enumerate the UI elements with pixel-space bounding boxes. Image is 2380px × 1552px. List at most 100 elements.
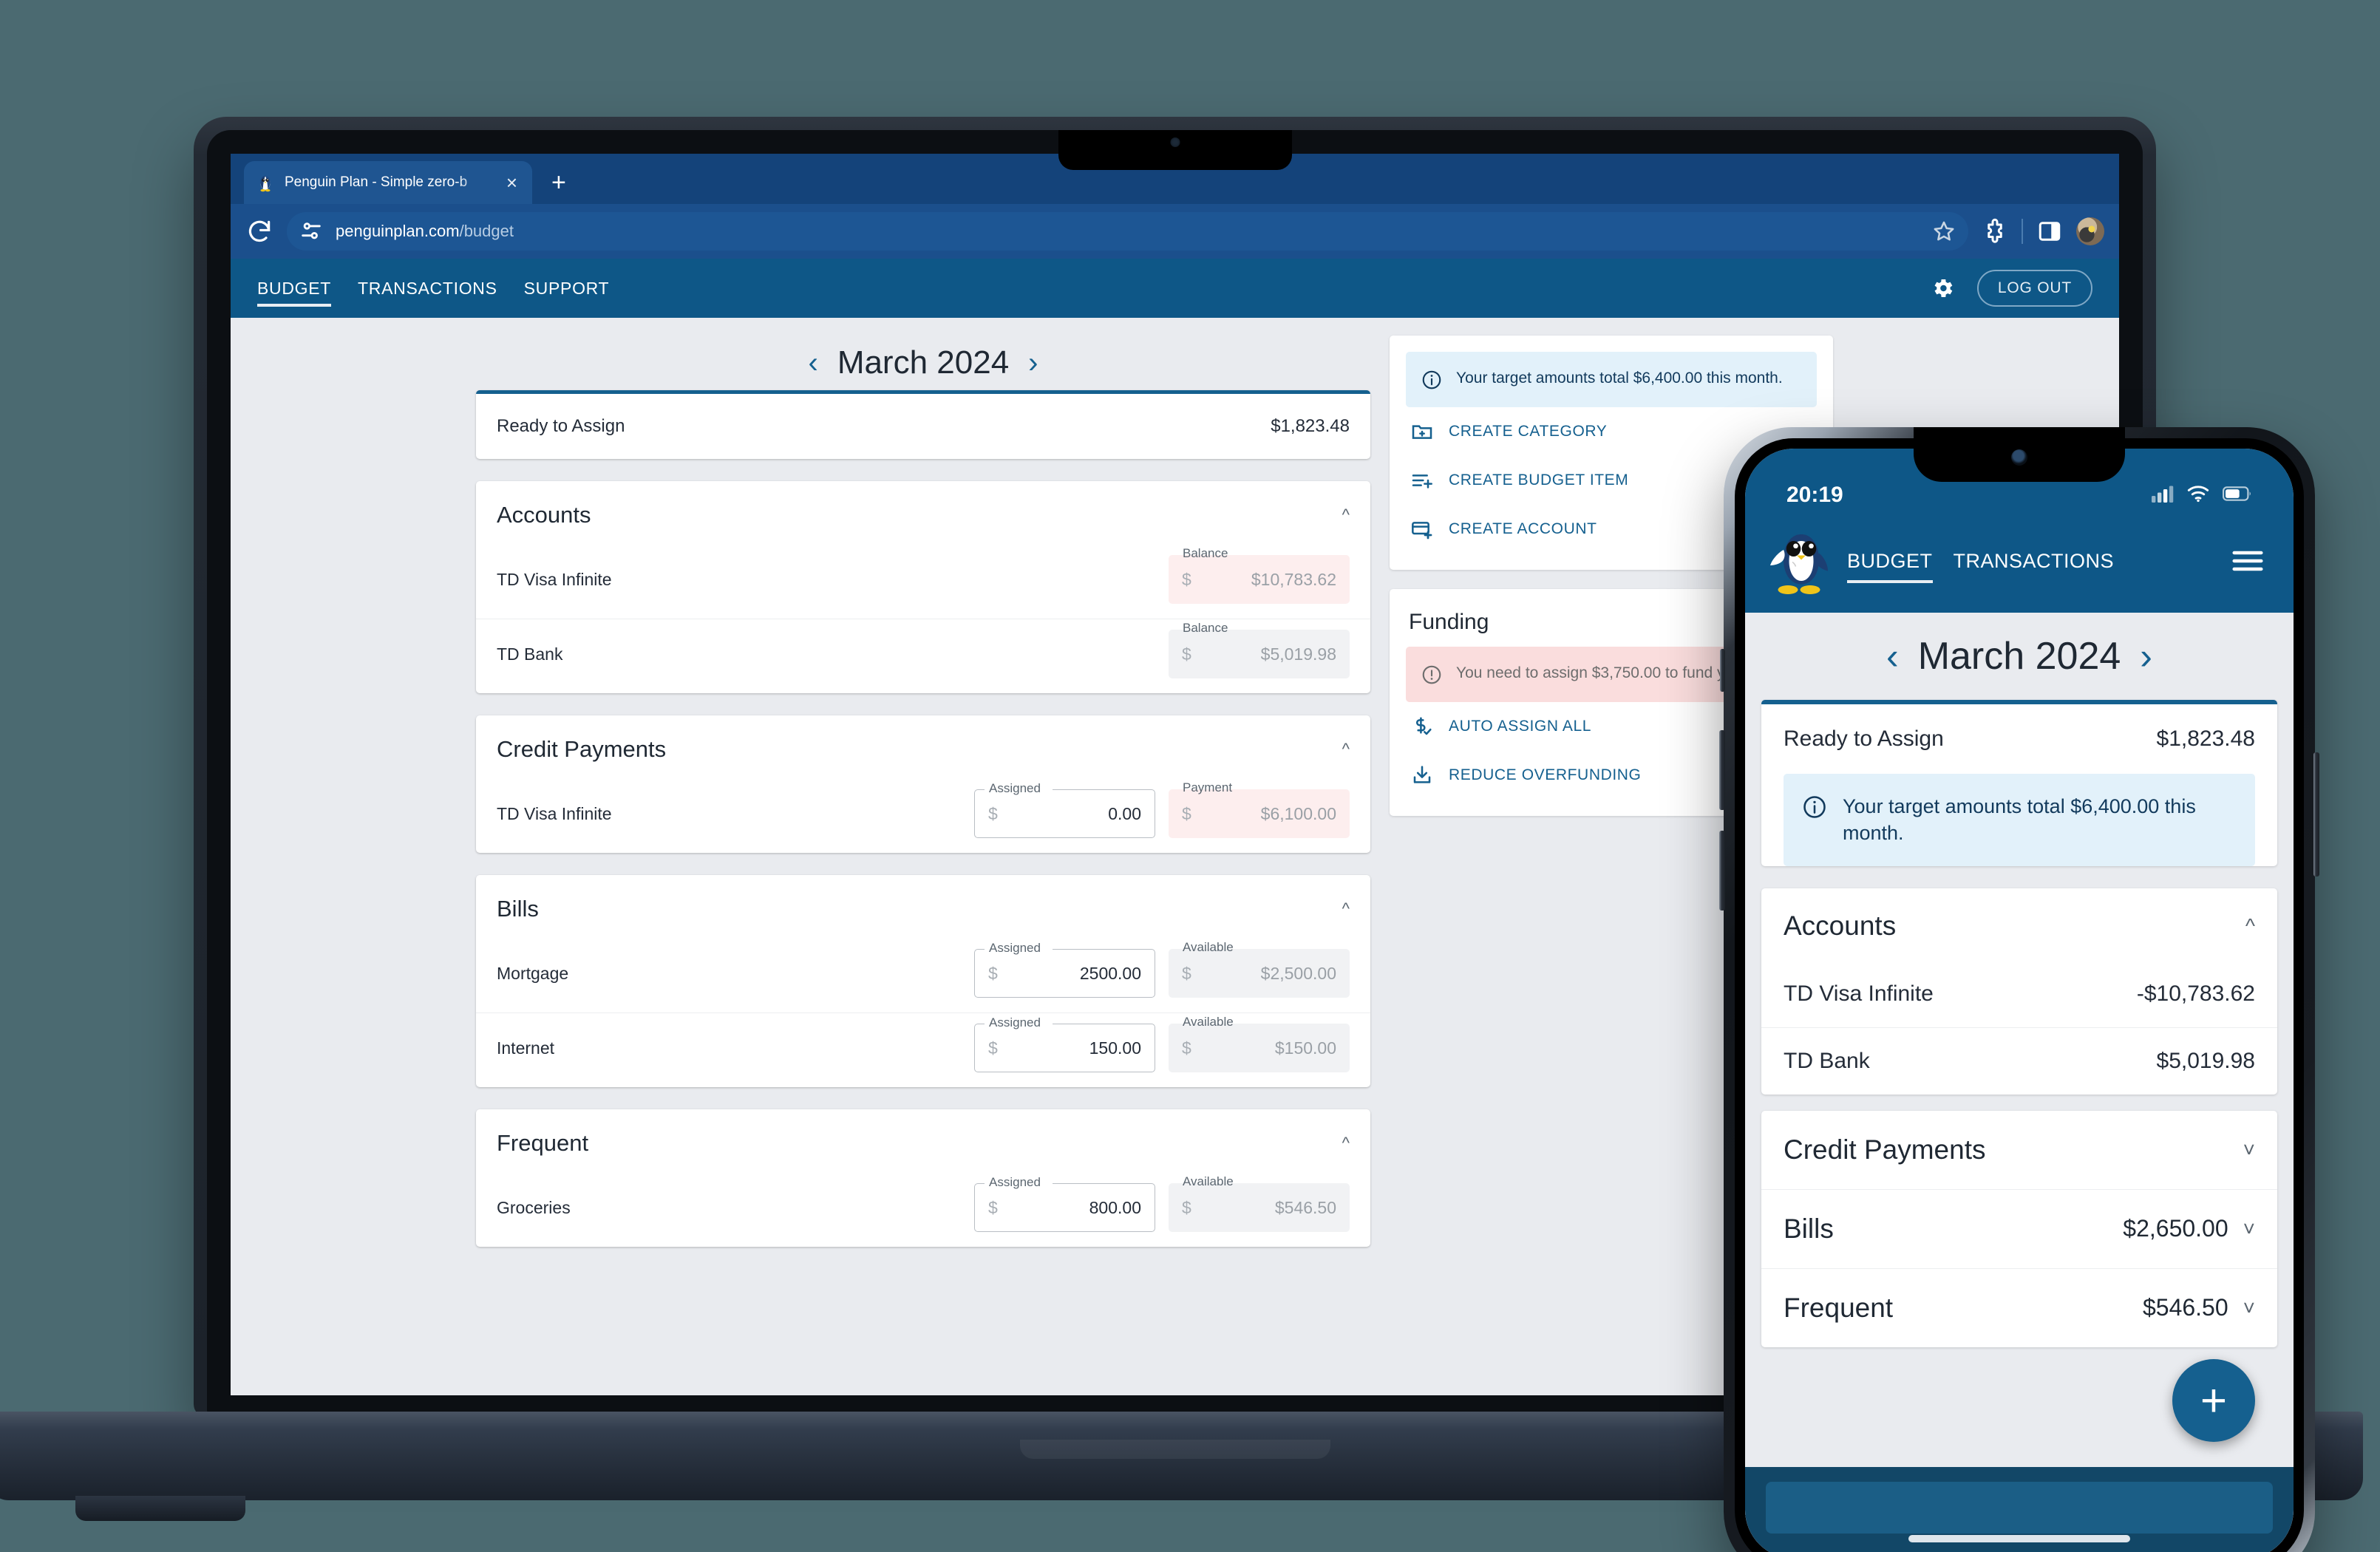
assigned-input[interactable]: Assigned $ 150.00 (974, 1016, 1155, 1072)
chevron-down-icon[interactable]: ˅ (2243, 1139, 2255, 1160)
site-settings-icon[interactable] (299, 219, 324, 244)
phone-nav-link-budget[interactable]: BUDGET (1837, 550, 1943, 583)
category-card-accounts: Accounts ^ TD Visa Infinite Balance $ $1… (476, 481, 1370, 693)
hamburger-menu-icon[interactable] (2231, 548, 2264, 574)
category-title: Bills (497, 896, 539, 922)
tab-close-icon[interactable]: × (503, 173, 520, 192)
currency-symbol: $ (988, 963, 998, 983)
category-card-credit-payments: Credit Payments ^ TD Visa Infinite Assig… (476, 715, 1370, 853)
action-label: REDUCE OVERFUNDING (1449, 766, 1642, 783)
chevron-up-icon[interactable]: ^ (2245, 915, 2255, 936)
reload-icon[interactable] (245, 217, 273, 245)
chevron-up-icon[interactable]: ^ (1342, 741, 1350, 758)
category-header-credit-payments[interactable]: Credit Payments ^ (476, 715, 1370, 779)
budget-item-name: TD Visa Infinite (497, 803, 612, 823)
phone-month-selector: ‹ March 2024 › (1745, 613, 2294, 700)
phone-power-button[interactable] (2313, 752, 2319, 877)
gear-icon[interactable] (1930, 276, 1955, 301)
phone-ready-to-assign-card: Ready to Assign $1,823.48 Your target am… (1761, 700, 2277, 866)
new-tab-icon[interactable]: + (551, 170, 566, 195)
wifi-icon (2186, 484, 2210, 507)
assigned-input[interactable]: Assigned $ 2500.00 (974, 942, 1155, 998)
phone-volume-down-button[interactable] (1719, 831, 1725, 911)
puzzle-piece-icon[interactable] (1982, 218, 2008, 245)
currency-symbol: $ (988, 803, 998, 823)
phone-account-row: TD Visa Infinite -$10,783.62 (1761, 961, 2277, 1027)
nav-link-transactions[interactable]: TRANSACTIONS (344, 259, 511, 318)
battery-icon (2223, 485, 2252, 506)
field-value: 150.00 (1089, 1038, 1141, 1058)
phone-category-credit-payments[interactable]: Credit Payments ˅ (1761, 1111, 2277, 1189)
phone-volume-up-button[interactable] (1719, 730, 1725, 810)
available-field: Available $ $2,500.00 (1169, 941, 1350, 998)
phone-screen: 20:19 BUDGET TRANSACTIONS ‹ March 2024 ›… (1745, 449, 2294, 1552)
field-value: $546.50 (1274, 1197, 1336, 1217)
month-label: March 2024 (837, 344, 1010, 381)
phone-info-alert-text: Your target amounts total $6,400.00 this… (1843, 795, 2196, 845)
field-legend: Balance (1178, 622, 1233, 634)
phone-ready-to-assign-row: Ready to Assign $1,823.48 (1761, 704, 2277, 774)
profile-avatar[interactable] (2076, 217, 2104, 245)
action-label: CREATE ACCOUNT (1449, 520, 1597, 537)
account-amount: $5,019.98 (2156, 1048, 2255, 1073)
status-system-icons (2152, 484, 2252, 507)
chevron-up-icon[interactable]: ^ (1342, 901, 1350, 917)
account-amount: -$10,783.62 (2136, 981, 2255, 1006)
currency-symbol: $ (1182, 1197, 1191, 1217)
side-panel-icon[interactable] (2036, 218, 2063, 245)
assigned-input[interactable]: Assigned $ 0.00 (974, 782, 1155, 838)
phone-bottom-bar-card (1766, 1482, 2273, 1534)
phone-inner-frame: 20:19 BUDGET TRANSACTIONS ‹ March 2024 ›… (1735, 438, 2304, 1552)
category-header-bills[interactable]: Bills ^ (476, 875, 1370, 939)
nav-link-budget[interactable]: BUDGET (257, 259, 344, 318)
available-field: Available $ $150.00 (1169, 1015, 1350, 1072)
budget-item-row: TD Visa Infinite Balance $ $10,783.62 (476, 545, 1370, 619)
chevron-up-icon[interactable]: ^ (1342, 1135, 1350, 1151)
logout-button[interactable]: LOG OUT (1976, 270, 2092, 307)
ready-to-assign-label: Ready to Assign (497, 416, 625, 436)
category-header-frequent[interactable]: Frequent ^ (476, 1109, 1370, 1173)
category-right: $546.50 ˅ (2143, 1294, 2255, 1321)
info-circle-icon (1801, 794, 1828, 820)
address-bar[interactable]: penguinplan.com/budget (287, 212, 1968, 251)
month-prev-icon[interactable]: ‹ (808, 348, 817, 378)
field-legend: Assigned (985, 1016, 1045, 1029)
chevron-down-icon[interactable]: ˅ (2243, 1218, 2255, 1239)
account-name: TD Bank (1784, 1048, 1870, 1073)
download-icon (1410, 763, 1434, 787)
phone-category-bills[interactable]: Bills $2,650.00 ˅ (1761, 1188, 2277, 1268)
month-next-icon[interactable]: › (1028, 348, 1038, 378)
currency-symbol: $ (1182, 644, 1191, 664)
nav-link-support[interactable]: SUPPORT (511, 259, 623, 318)
currency-symbol: $ (1182, 1038, 1191, 1058)
phone-front-camera-icon (2011, 449, 2027, 466)
browser-tab[interactable]: Penguin Plan - Simple zero-b × (244, 161, 532, 204)
category-header-accounts[interactable]: Accounts ^ (476, 481, 1370, 545)
chevron-down-icon[interactable]: ˅ (2243, 1297, 2255, 1318)
field-legend: Available (1178, 941, 1238, 953)
address-bar-url: penguinplan.com/budget (336, 222, 514, 241)
assigned-input[interactable]: Assigned $ 800.00 (974, 1176, 1155, 1232)
budget-item-row: Mortgage Assigned $ 2500.00 Available $ … (476, 939, 1370, 1012)
budget-item-row: TD Visa Infinite Assigned $ 0.00 Payment… (476, 779, 1370, 853)
phone-accounts-header[interactable]: Accounts ^ (1761, 888, 2277, 961)
star-icon[interactable] (1931, 219, 1956, 244)
app-navbar: BUDGET TRANSACTIONS SUPPORT LOG OUT (231, 259, 2119, 318)
phone-nav-link-transactions[interactable]: TRANSACTIONS (1943, 550, 2125, 573)
navbar-right-actions: LOG OUT (1930, 270, 2092, 307)
phone-accounts-card: Accounts ^ TD Visa Infinite -$10,783.62 … (1761, 888, 2277, 1095)
phone-month-label: March 2024 (1917, 635, 2121, 678)
phone-mute-switch[interactable] (1720, 649, 1725, 692)
balance-field: Balance $ $5,019.98 (1169, 622, 1350, 678)
url-domain: penguinplan.com (336, 222, 460, 240)
phone-category-frequent[interactable]: Frequent $546.50 ˅ (1761, 1267, 2277, 1347)
chevron-up-icon[interactable]: ^ (1342, 507, 1350, 523)
dollar-check-icon (1410, 715, 1434, 738)
budget-item-name: Mortgage (497, 963, 569, 983)
month-next-icon[interactable]: › (2140, 638, 2152, 675)
month-prev-icon[interactable]: ‹ (1886, 638, 1899, 675)
phone-app-navbar: BUDGET TRANSACTIONS (1745, 521, 2294, 613)
budget-item-name: Groceries (497, 1197, 571, 1217)
add-transaction-fab[interactable]: + (2172, 1359, 2255, 1442)
category-right: $2,650.00 ˅ (2123, 1215, 2255, 1242)
